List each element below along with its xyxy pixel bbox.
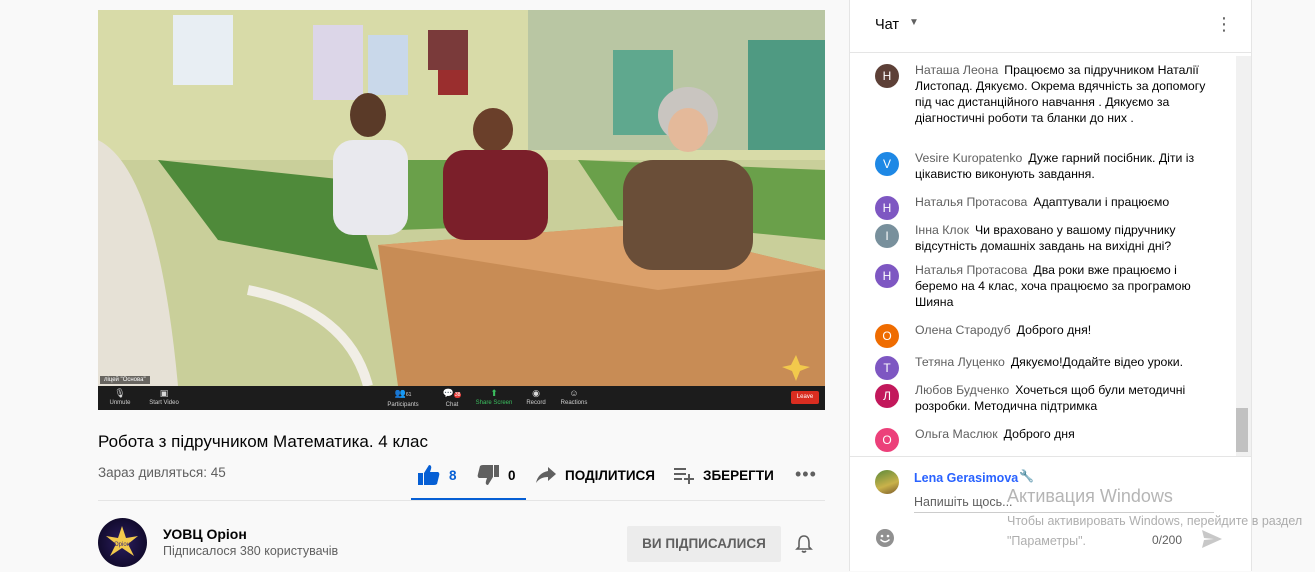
chat-button[interactable]: 💬38 Chat	[432, 388, 472, 408]
share-screen-button[interactable]: ⬆ Share Screen	[474, 388, 514, 406]
author-name[interactable]: Інна Клок	[915, 223, 969, 237]
chat-message: І Інна Клок Чи враховано у вашому підручн…	[875, 222, 1215, 254]
chat-messages: Н Наташа Леона Працюємо за підручником На…	[850, 56, 1236, 456]
chat-message: О Олена Стародуб Доброго дня!	[875, 322, 1215, 348]
dislike-count: 0	[508, 467, 516, 483]
reactions-button[interactable]: ☺ Reactions	[554, 388, 594, 406]
message-text: Адаптували і працюємо	[1033, 195, 1170, 209]
chat-message: Н Наталья Протасова Два роки вже працюємо…	[875, 262, 1215, 310]
author-name[interactable]: Наталья Протасова	[915, 195, 1027, 209]
my-avatar	[875, 470, 899, 494]
participants-button[interactable]: 👥61 Participants	[383, 388, 423, 408]
more-actions-button[interactable]: •••	[795, 464, 817, 485]
author-avatar: О	[875, 428, 899, 452]
reactions-icon: ☺	[569, 388, 579, 398]
author-name[interactable]: Vesire Kuropatenko	[915, 151, 1022, 165]
viewer-count: Зараз дивляться: 45	[98, 465, 226, 480]
dislike-button[interactable]: 0	[476, 462, 516, 488]
divider	[98, 500, 825, 501]
subscribed-button[interactable]: ВИ ПІДПИСАЛИСЯ	[627, 526, 781, 562]
chat-message: Л Любов Будченко Хочеться щоб були методи…	[875, 382, 1215, 414]
author-avatar: V	[875, 152, 899, 176]
thumbs-down-icon	[477, 465, 499, 485]
unmute-button[interactable]: 🎙 Unmute	[100, 388, 140, 406]
participant-name-tag: ліцей "Основа"	[100, 376, 150, 384]
camera-off-icon: ▣	[159, 388, 169, 398]
participants-icon: 👥61	[394, 388, 412, 398]
chat-message: Т Тетяна Луценко Дякуємо!Додайте відео ур…	[875, 354, 1215, 380]
author-name[interactable]: Олена Стародуб	[915, 323, 1011, 337]
author-avatar: Л	[875, 384, 899, 408]
like-button[interactable]: 8	[417, 462, 457, 488]
author-name[interactable]: Наташа Леона	[915, 63, 998, 77]
my-channel-name: Lena Gerasimova	[914, 471, 1019, 485]
like-count: 8	[449, 467, 457, 483]
orion-logo-icon: Оріон	[106, 526, 138, 556]
chat-message: Н Наташа Леона Працюємо за підручником На…	[875, 62, 1215, 126]
emoji-icon[interactable]	[875, 528, 895, 548]
record-button[interactable]: ◉ Record	[516, 388, 556, 406]
mic-off-icon: 🎙	[114, 388, 126, 398]
video-title: Робота з підручником Математика. 4 клас	[98, 432, 428, 451]
author-avatar: Н	[875, 64, 899, 88]
thumbs-up-icon	[418, 465, 440, 485]
bell-icon[interactable]	[795, 534, 813, 554]
save-button[interactable]: ЗБЕРЕГТИ	[673, 462, 774, 488]
chat-message: V Vesire Kuropatenko Дуже гарний посібник…	[875, 150, 1215, 182]
leave-button[interactable]: Leave	[791, 391, 819, 404]
message-text: Доброго дня	[1003, 427, 1075, 441]
channel-name[interactable]: УОВЦ Оріон	[163, 526, 247, 542]
message-text: Доброго дня!	[1016, 323, 1092, 337]
start-video-button[interactable]: ▣ Start Video	[144, 388, 184, 406]
author-name[interactable]: Ольга Маслюк	[915, 427, 998, 441]
zoom-toolbar: 🎙 Unmute ▣ Start Video 👥61 Participants …	[98, 386, 825, 410]
channel-avatar[interactable]: Оріон	[98, 518, 147, 567]
author-avatar: Н	[875, 264, 899, 288]
author-name[interactable]: Тетяна Луценко	[915, 355, 1005, 369]
windows-activation-text: Чтобы активировать Windows, перейдите в …	[1007, 514, 1303, 548]
chat-scrollbar[interactable]	[1236, 56, 1251, 456]
caret-down-icon[interactable]: ▼	[909, 17, 919, 28]
svg-text:Оріон: Оріон	[114, 542, 130, 548]
author-avatar: Н	[875, 196, 899, 220]
author-name[interactable]: Любов Будченко	[915, 383, 1009, 397]
subscriber-count: Підписалося 380 користувачів	[163, 544, 339, 558]
author-avatar: І	[875, 224, 899, 248]
video-frame-classroom	[98, 10, 825, 386]
share-arrow-icon	[536, 467, 556, 483]
share-button[interactable]: ПОДІЛИТИСЯ	[535, 462, 655, 488]
chat-message: Н Наталья Протасова Адаптували і працюємо	[875, 194, 1215, 220]
chat-mode-selector[interactable]: Чат	[875, 17, 899, 33]
chat-scrollbar-thumb[interactable]	[1236, 408, 1248, 452]
video-player[interactable]: ліцей "Основа" 🎙 Unmute ▣ Start Video 👥6…	[98, 10, 825, 410]
author-avatar: О	[875, 324, 899, 348]
record-icon: ◉	[532, 388, 540, 398]
chat-icon: 💬38	[442, 388, 462, 398]
message-text: Дякуємо!Додайте відео уроки.	[1010, 355, 1184, 369]
share-screen-icon: ⬆	[490, 388, 498, 398]
chat-message: О Ольга Маслюк Доброго дня	[875, 426, 1215, 452]
windows-activation-title: Активация Windows	[1007, 486, 1173, 506]
playlist-add-icon	[674, 468, 694, 484]
wrench-icon: 🔧	[1019, 469, 1034, 483]
author-name[interactable]: Наталья Протасова	[915, 263, 1027, 277]
chat-header: Чат ▼ ⋮	[850, 0, 1251, 53]
kebab-menu-icon[interactable]: ⋮	[1215, 15, 1233, 33]
author-avatar: Т	[875, 356, 899, 380]
